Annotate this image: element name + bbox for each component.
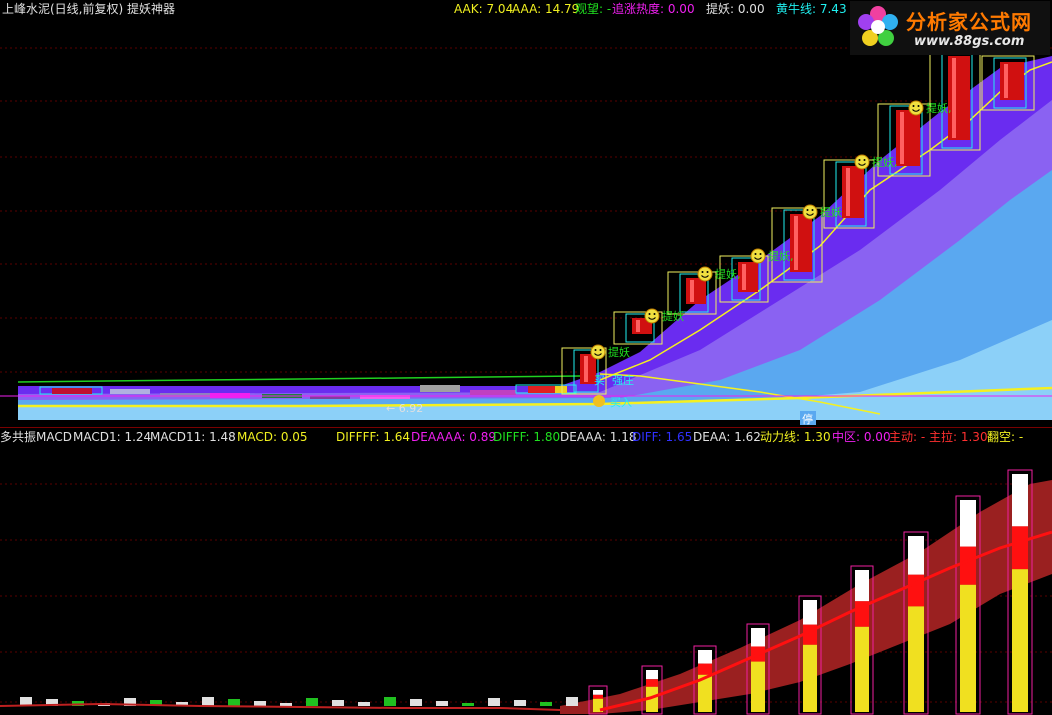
dongli-value: 动力线: 1.30	[760, 430, 831, 444]
stop-badge: 停	[802, 412, 813, 426]
zhula-value: 主拉: 1.30	[929, 430, 988, 444]
macd-bar-white	[960, 500, 976, 547]
macd-bar-red	[698, 663, 712, 675]
macd-bar-white	[855, 570, 869, 602]
smiley-icon	[802, 204, 818, 220]
smiley-icon	[590, 344, 606, 360]
macd-small-bar	[280, 703, 292, 706]
macd-small-bar	[228, 699, 240, 706]
fankong-value: 翻空: -	[987, 430, 1024, 444]
zhudong-value: 主动: -	[889, 430, 926, 444]
green-line	[17, 375, 600, 383]
diff-value: DIFF: 1.65	[632, 430, 693, 444]
price-low-marker: ← 6.92	[386, 402, 423, 415]
candle-highlight	[900, 112, 904, 164]
signal-label: 提妖	[820, 205, 842, 219]
macd-bar-white	[908, 536, 924, 575]
brand-url: www.88gs.com	[914, 34, 1025, 49]
diffff-value: DIFFFF: 1.64	[336, 430, 411, 444]
signal-label: 提妖,	[926, 101, 952, 115]
signal-label: 提妖,	[768, 249, 794, 263]
macd-bar-red	[646, 679, 658, 687]
strong-label: 强庄	[612, 373, 634, 387]
rally-candle	[1000, 62, 1024, 100]
deaaa-value: DEAAA: 1.18	[560, 430, 637, 444]
macd-bar-red	[1012, 526, 1028, 570]
indicator-title: 多共振MACD	[0, 430, 72, 444]
deaaaa-value: DEAAAA: 0.89	[411, 430, 497, 444]
macd-bar-white	[646, 670, 658, 680]
macd-bar-red	[593, 694, 603, 699]
smiley-icon	[854, 154, 870, 170]
candle-highlight	[1004, 64, 1008, 98]
smiley-icon	[644, 308, 660, 324]
macd-bar-white	[698, 650, 712, 664]
macd-bar-yellow	[751, 661, 765, 712]
macd-small-bar	[332, 700, 344, 706]
candle-highlight	[846, 168, 850, 216]
macd-bar-white	[593, 690, 603, 695]
rally-candle	[948, 56, 970, 140]
macd-small-bar	[488, 698, 500, 706]
smiley-icon	[697, 266, 713, 282]
smiley-icon	[750, 248, 766, 264]
rally-candle	[842, 166, 864, 218]
macd-bar-white	[803, 600, 817, 625]
candle-highlight	[636, 320, 640, 332]
difff-value: DIFFF: 1.80	[493, 430, 561, 444]
macd-bar-yellow	[908, 606, 924, 712]
macd-small-bar	[306, 698, 318, 706]
brand-name: 分析家公式网	[906, 10, 1032, 34]
macd-small-bar	[566, 697, 578, 706]
signal-label: 提妖,	[872, 155, 898, 169]
macd1-value: MACD1: 1.24	[73, 430, 152, 444]
macd-small-bar	[202, 697, 214, 706]
signal-label: 提妖,	[715, 267, 741, 281]
candle-highlight	[952, 58, 956, 138]
rally-candle	[738, 262, 758, 292]
deaa-value: DEAA: 1.62	[693, 430, 761, 444]
macd-small-bar	[358, 702, 370, 706]
candle-highlight	[794, 216, 798, 270]
buy-in-label: 买入	[610, 396, 632, 409]
macd-bar-yellow	[855, 626, 869, 712]
macd-small-bar	[254, 701, 266, 706]
rally-candle	[896, 110, 920, 166]
buy-label: 买	[594, 374, 605, 387]
macd-small-bar	[410, 699, 422, 706]
price-chart[interactable]: 提妖提妖提妖,提妖,提妖提妖,提妖, 买 强庄 买入 ← 6.92 停	[0, 0, 1052, 427]
macd-small-bar	[514, 700, 526, 706]
smiley-icon	[908, 100, 924, 116]
macd-value: MACD: 0.05	[237, 430, 308, 444]
macd11-value: MACD11: 1.48	[150, 430, 236, 444]
macd-bar-white	[1012, 474, 1028, 527]
macd-small-bar	[436, 701, 448, 706]
rally-candle	[686, 278, 706, 304]
macd-small-bar	[384, 697, 396, 706]
macd-bar-yellow	[1012, 569, 1028, 712]
buy-in-icon	[593, 395, 605, 407]
signal-label: 提妖	[662, 309, 684, 323]
rally-candle	[790, 214, 812, 272]
signal-label: 提妖	[608, 345, 630, 359]
macd-small-bar	[462, 703, 474, 706]
macd-small-bar	[540, 702, 552, 706]
candle-highlight	[690, 280, 694, 302]
macd-bar-white	[751, 628, 765, 647]
zhongqu-value: 中区: 0.00	[832, 430, 891, 444]
macd-bar-yellow	[960, 584, 976, 712]
site-logo: 分析家公式网 www.88gs.com	[850, 1, 1050, 55]
macd-bar-red	[960, 546, 976, 585]
macd-chart[interactable]	[0, 444, 1052, 715]
candle-highlight	[584, 356, 588, 382]
macd-bar-yellow	[803, 644, 817, 712]
flower-logo-icon	[858, 6, 898, 46]
candle-highlight	[742, 264, 746, 290]
